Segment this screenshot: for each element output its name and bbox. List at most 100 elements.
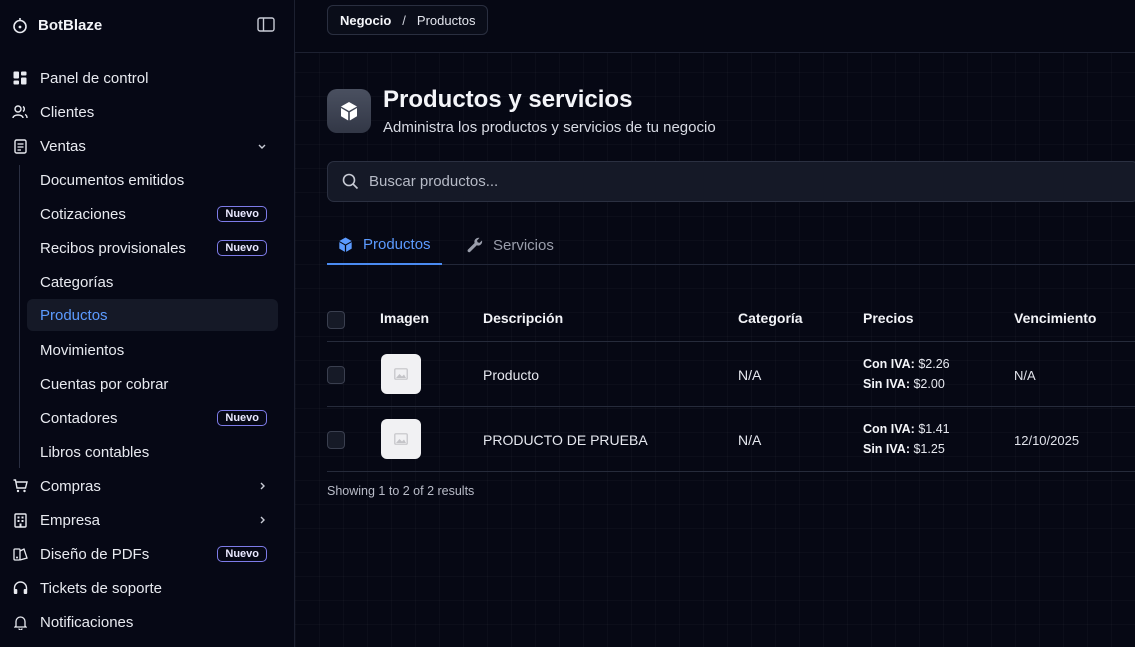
wrench-icon (466, 236, 484, 254)
product-expiry: 12/10/2025 (1014, 433, 1080, 448)
table-row[interactable]: Producto N/A Con IVA: $2.26 Sin IVA: $2.… (327, 342, 1135, 407)
sidebar-item-label: Tickets de soporte (40, 579, 162, 597)
sidebar-subitem-label: Movimientos (40, 341, 125, 359)
bot-logo-icon (12, 17, 28, 34)
price-without-tax-label: Sin IVA: (863, 442, 910, 456)
product-prices: Con IVA: $2.26 Sin IVA: $2.00 (863, 354, 950, 394)
sidebar-item-label: Diseño de PDFs (40, 545, 150, 563)
column-header-precios[interactable]: Precios (863, 310, 914, 326)
product-expiry: N/A (1014, 368, 1036, 383)
sidebar-item-label: Panel de control (40, 69, 149, 87)
page-header-icon (327, 89, 371, 133)
sidebar-item-ventas[interactable]: Ventas (12, 130, 278, 162)
new-badge: Nuevo (217, 240, 267, 256)
price-with-tax-label: Con IVA: (863, 357, 915, 371)
tab-label: Servicios (493, 236, 554, 254)
chevron-right-icon (256, 513, 268, 527)
column-header-vencimiento[interactable]: Vencimiento (1014, 310, 1096, 326)
tab-bar: Productos Servicios (327, 225, 1135, 265)
sidebar-subitem-label: Documentos emitidos (40, 171, 185, 189)
dashboard-icon (12, 70, 28, 86)
search-icon (342, 173, 359, 190)
page-subtitle: Administra los productos y servicios de … (383, 119, 716, 136)
sidebar-subitem-productos[interactable]: Productos (27, 299, 278, 331)
new-badge: Nuevo (217, 206, 267, 222)
product-category: N/A (738, 432, 762, 448)
sidebar: BotBlaze Panel de control Clientes Venta… (0, 0, 295, 647)
bell-icon (12, 614, 28, 630)
select-all-checkbox[interactable] (327, 311, 345, 329)
cart-icon (12, 478, 28, 494)
sidebar-item-label: Compras (40, 477, 101, 495)
column-header-imagen[interactable]: Imagen (380, 310, 429, 326)
price-without-tax-value: $1.25 (913, 442, 945, 456)
brand-name: BotBlaze (38, 16, 103, 34)
breadcrumb-negocio[interactable]: Negocio (340, 13, 391, 28)
chevron-right-icon (256, 479, 268, 493)
sidebar-subitem-label: Recibos provisionales (40, 239, 186, 257)
sidebar-item-tickets-de-soporte[interactable]: Tickets de soporte (12, 572, 278, 604)
price-without-tax-value: $2.00 (913, 377, 945, 391)
breadcrumb: Negocio / Productos (327, 5, 489, 35)
column-header-categoria[interactable]: Categoría (738, 310, 803, 326)
headset-icon (12, 580, 28, 596)
sidebar-subitem-contadores[interactable]: Contadores Nuevo (27, 402, 278, 434)
image-placeholder-icon (394, 433, 408, 445)
top-bar: Negocio / Productos (295, 0, 1135, 53)
sidebar-item-label: Notificaciones (40, 613, 134, 631)
breadcrumb-separator: / (402, 12, 406, 28)
breadcrumb-productos: Productos (416, 12, 476, 28)
sidebar-item-diseno-de-pdfs[interactable]: Diseño de PDFs Nuevo (12, 538, 278, 570)
column-header-descripcion[interactable]: Descripción (483, 310, 563, 326)
building-icon (12, 512, 28, 528)
sidebar-item-compras[interactable]: Compras (12, 470, 278, 502)
sidebar-subitem-categorias[interactable]: Categorías (27, 266, 278, 298)
submenu-divider (19, 165, 20, 468)
row-checkbox[interactable] (327, 366, 345, 384)
sidebar-subitem-movimientos[interactable]: Movimientos (27, 334, 278, 366)
sidebar-subitem-cuentas-por-cobrar[interactable]: Cuentas por cobrar (27, 368, 278, 400)
price-with-tax: Con IVA: $1.41 (863, 419, 950, 439)
sidebar-item-panel-de-control[interactable]: Panel de control (12, 62, 278, 94)
price-without-tax: Sin IVA: $1.25 (863, 439, 950, 459)
cube-icon (338, 100, 360, 122)
price-with-tax: Con IVA: $2.26 (863, 354, 950, 374)
product-description: PRODUCTO DE PRUEBA (483, 432, 648, 448)
product-image-placeholder (381, 354, 421, 394)
palette-icon (12, 546, 28, 562)
sidebar-subitem-label: Categorías (40, 273, 114, 291)
table-row[interactable]: PRODUCTO DE PRUEBA N/A Con IVA: $1.41 Si… (327, 407, 1135, 472)
price-with-tax-value: $1.41 (918, 422, 950, 436)
sidebar-subitem-label: Contadores (40, 409, 118, 427)
sidebar-subitem-cotizaciones[interactable]: Cotizaciones Nuevo (27, 198, 278, 230)
product-category: N/A (738, 367, 762, 383)
sidebar-item-label: Empresa (40, 511, 101, 529)
tab-label: Productos (363, 235, 431, 253)
tab-productos[interactable]: Productos (327, 225, 442, 265)
image-placeholder-icon (394, 368, 408, 380)
receipt-icon (12, 138, 28, 154)
table-header: Imagen Descripción Categoría Precios Ven… (327, 297, 1135, 342)
sidebar-subitem-libros-contables[interactable]: Libros contables (27, 436, 278, 468)
sidebar-item-clientes[interactable]: Clientes (12, 96, 278, 128)
product-description: Producto (483, 367, 540, 383)
sidebar-item-empresa[interactable]: Empresa (12, 504, 278, 536)
page-title: Productos y servicios (383, 86, 633, 113)
sidebar-toggle-icon[interactable] (256, 15, 276, 33)
sidebar-subitem-label: Cuentas por cobrar (40, 375, 169, 393)
sidebar-subitem-label: Productos (40, 306, 108, 324)
tab-servicios[interactable]: Servicios (466, 225, 576, 265)
sidebar-subitem-recibos-provisionales[interactable]: Recibos provisionales Nuevo (27, 232, 278, 264)
row-checkbox[interactable] (327, 431, 345, 449)
sidebar-subitem-documentos-emitidos[interactable]: Documentos emitidos (27, 164, 278, 196)
new-badge: Nuevo (217, 410, 267, 426)
sidebar-item-label: Clientes (40, 103, 95, 121)
main-content: Negocio / Productos Productos y servicio… (295, 0, 1135, 647)
chevron-down-icon (256, 139, 268, 153)
sidebar-item-label: Ventas (40, 137, 86, 155)
search-input[interactable] (369, 173, 1069, 190)
price-without-tax-label: Sin IVA: (863, 377, 910, 391)
new-badge: Nuevo (217, 546, 267, 562)
sidebar-item-notificaciones[interactable]: Notificaciones (12, 606, 278, 638)
brand[interactable]: BotBlaze (12, 14, 102, 36)
